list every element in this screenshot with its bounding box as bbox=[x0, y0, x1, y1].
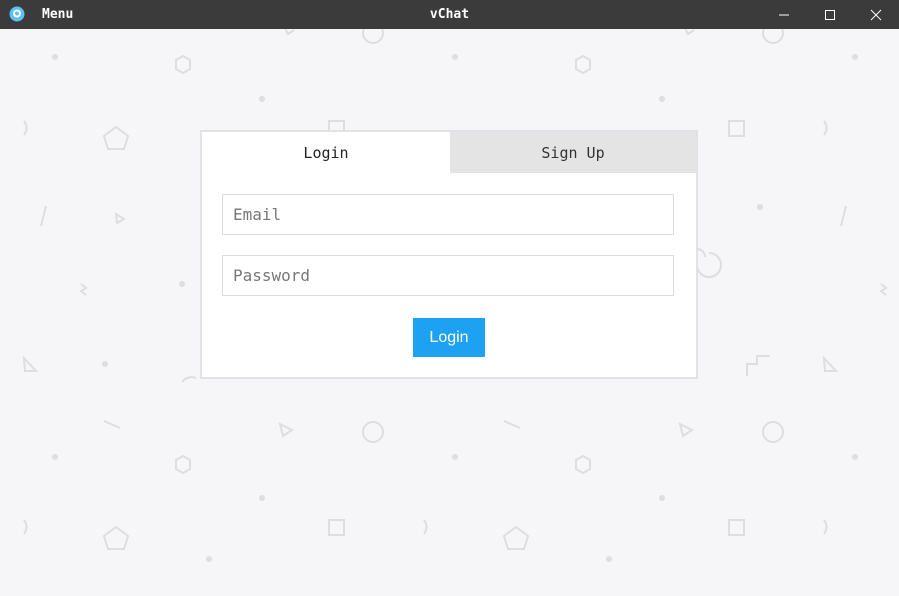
tab-login[interactable]: Login bbox=[202, 132, 450, 173]
auth-tabs: Login Sign Up bbox=[202, 132, 696, 173]
maximize-icon bbox=[825, 9, 835, 20]
close-icon bbox=[870, 9, 882, 20]
vchat-logo-icon[interactable] bbox=[9, 6, 25, 22]
menu-button[interactable]: Menu bbox=[42, 7, 73, 22]
tab-sign-up[interactable]: Sign Up bbox=[450, 132, 696, 173]
minimize-icon bbox=[779, 14, 789, 15]
minimize-button[interactable] bbox=[761, 0, 807, 29]
login-button[interactable]: Login bbox=[413, 318, 485, 357]
password-field[interactable] bbox=[222, 255, 674, 296]
maximize-button[interactable] bbox=[807, 0, 853, 29]
email-field[interactable] bbox=[222, 194, 674, 235]
title-bar: Menu vChat bbox=[0, 0, 899, 29]
close-button[interactable] bbox=[853, 0, 899, 29]
auth-card: Login Sign Up Login bbox=[200, 130, 698, 379]
